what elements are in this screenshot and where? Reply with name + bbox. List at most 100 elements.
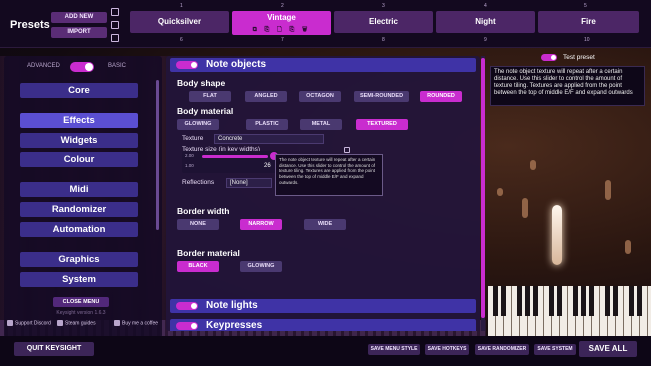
section-title: Note lights <box>206 300 258 311</box>
material-option[interactable]: METAL <box>300 119 342 130</box>
shape-option[interactable]: FLAT <box>189 91 231 102</box>
sidebar-item-colour[interactable]: Colour <box>20 152 138 167</box>
texture-size-slider[interactable]: 2.00 1.00 26 <box>182 151 278 173</box>
save-all-button[interactable]: SAVE ALL <box>579 341 637 357</box>
preset-slot-quicksilver[interactable]: Quicksilver <box>130 11 229 33</box>
panel-scrollbar[interactable] <box>481 56 485 331</box>
reflections-label: Reflections <box>182 179 215 186</box>
section-toggle[interactable] <box>176 302 198 310</box>
save-icon[interactable] <box>111 34 119 42</box>
piano-keyboard <box>488 286 651 336</box>
black-key <box>613 286 618 316</box>
sidebar-item-automation[interactable]: Automation <box>20 222 138 237</box>
coffee-icon <box>114 320 120 326</box>
discord-icon <box>7 320 13 326</box>
preset-slot-label: Fire <box>581 17 596 26</box>
note-object <box>625 240 631 254</box>
slot-number: 3 <box>382 3 385 9</box>
add-new-button[interactable]: ADD NEW <box>51 12 107 23</box>
black-key <box>501 286 506 316</box>
border-width-option[interactable]: NONE <box>177 219 219 230</box>
section-toggle[interactable] <box>176 322 198 330</box>
section-note-lights[interactable]: Note lights <box>170 299 476 313</box>
material-option[interactable]: PLASTIC <box>246 119 288 130</box>
support-discord-label: Support Discord <box>15 320 51 327</box>
sidebar-item-widgets[interactable]: Widgets <box>20 133 138 148</box>
shape-option[interactable]: SEMI-ROUNDED <box>354 91 409 102</box>
section-note-objects[interactable]: Note objects <box>170 58 476 72</box>
slot-number: 6 <box>180 37 183 43</box>
border-width-option[interactable]: WIDE <box>304 219 346 230</box>
reflections-select[interactable]: [None] <box>226 178 272 188</box>
slot-number: 2 <box>281 3 284 9</box>
preset-slot-label: Vintage <box>267 13 296 22</box>
support-discord-link[interactable]: Support Discord <box>7 320 51 326</box>
sidebar-scrollbar[interactable] <box>156 80 159 230</box>
slot-number: 10 <box>584 37 590 43</box>
section-keypresses[interactable]: Keypresses <box>170 319 476 331</box>
border-material-option-selected[interactable]: BLACK <box>177 261 219 272</box>
sidebar-item-graphics[interactable]: Graphics <box>20 252 138 267</box>
shape-option[interactable]: OCTAGON <box>299 91 341 102</box>
preset-action-icons[interactable]: ⧉ ⎘ 🗋 ⎘ 🗑 <box>232 27 331 33</box>
preset-slot-vintage[interactable]: Vintage ⧉ ⎘ 🗋 ⎘ 🗑 <box>232 11 331 35</box>
save-system-button[interactable]: SAVE SYSTEM <box>534 344 576 355</box>
border-material-heading: Border material <box>177 248 240 258</box>
black-key <box>629 286 634 316</box>
black-key <box>637 286 642 316</box>
black-key <box>573 286 578 316</box>
border-material-option[interactable]: GLOWING <box>240 261 282 272</box>
steam-guides-link[interactable]: Steam guides <box>57 320 96 326</box>
border-width-heading: Border width <box>177 206 230 216</box>
swap-icon[interactable] <box>111 21 119 29</box>
black-key <box>517 286 522 316</box>
black-key <box>493 286 498 316</box>
save-randomizer-button[interactable]: SAVE RANDOMIZER <box>475 344 529 355</box>
black-key <box>533 286 538 316</box>
sidebar-item-system[interactable]: System <box>20 272 138 287</box>
preset-slot-fire[interactable]: Fire <box>538 11 639 33</box>
import-button[interactable]: IMPORT <box>51 27 107 38</box>
test-preset-toggle[interactable] <box>541 54 557 61</box>
preset-slot-label: Electric <box>369 17 398 26</box>
material-option[interactable]: GLOWING <box>177 119 219 130</box>
section-toggle[interactable] <box>176 61 198 69</box>
buy-coffee-label: Buy me a coffee <box>122 320 159 327</box>
sidebar-item-randomizer[interactable]: Randomizer <box>20 202 138 217</box>
slot-number: 4 <box>484 3 487 9</box>
note-object <box>605 180 611 200</box>
black-key <box>605 286 610 316</box>
border-width-option-selected[interactable]: NARROW <box>240 219 282 230</box>
sidebar-item-core[interactable]: Core <box>20 83 138 98</box>
basic-label: BASIC <box>108 63 127 69</box>
presets-bar: Presets ADD NEW IMPORT 1 Quicksilver 6 2… <box>0 0 651 48</box>
slider-tooltip: The note object texture will repeat afte… <box>275 154 383 196</box>
folder-icon[interactable] <box>111 8 119 16</box>
shape-option-selected[interactable]: ROUNDED <box>420 91 462 102</box>
preset-slot-label: Quicksilver <box>157 17 202 26</box>
body-material-heading: Body material <box>177 106 234 116</box>
texture-select[interactable]: Concrete <box>214 134 324 144</box>
save-hotkeys-button[interactable]: SAVE HOTKEYS <box>425 344 469 355</box>
slider-track[interactable] <box>202 155 268 158</box>
section-title: Keypresses <box>206 320 263 331</box>
sidebar-item-effects[interactable]: Effects <box>20 113 138 128</box>
shape-option[interactable]: ANGLED <box>245 91 287 102</box>
close-menu-button[interactable]: CLOSE MENU <box>53 297 109 307</box>
material-option-selected[interactable]: TEXTURED <box>356 119 408 130</box>
menu-sidebar <box>4 56 162 338</box>
mode-toggle[interactable] <box>70 62 94 72</box>
quit-button[interactable]: QUIT KEYSIGHT <box>14 342 94 356</box>
slot-number: 9 <box>484 37 487 43</box>
info-icon[interactable] <box>344 147 350 153</box>
preset-slot-electric[interactable]: Electric <box>334 11 433 33</box>
save-menu-style-button[interactable]: SAVE MENU STYLE <box>368 344 420 355</box>
advanced-label: ADVANCED <box>27 63 60 69</box>
help-text-box: The note object texture will repeat afte… <box>490 66 645 106</box>
note-object <box>552 205 562 265</box>
sidebar-item-midi[interactable]: Midi <box>20 182 138 197</box>
slider-min-label: 2.00 <box>185 153 194 158</box>
preset-slot-night[interactable]: Night <box>436 11 535 33</box>
version-text: Keysight version 1.6.3 <box>56 310 106 316</box>
buy-coffee-link[interactable]: Buy me a coffee <box>114 320 158 326</box>
